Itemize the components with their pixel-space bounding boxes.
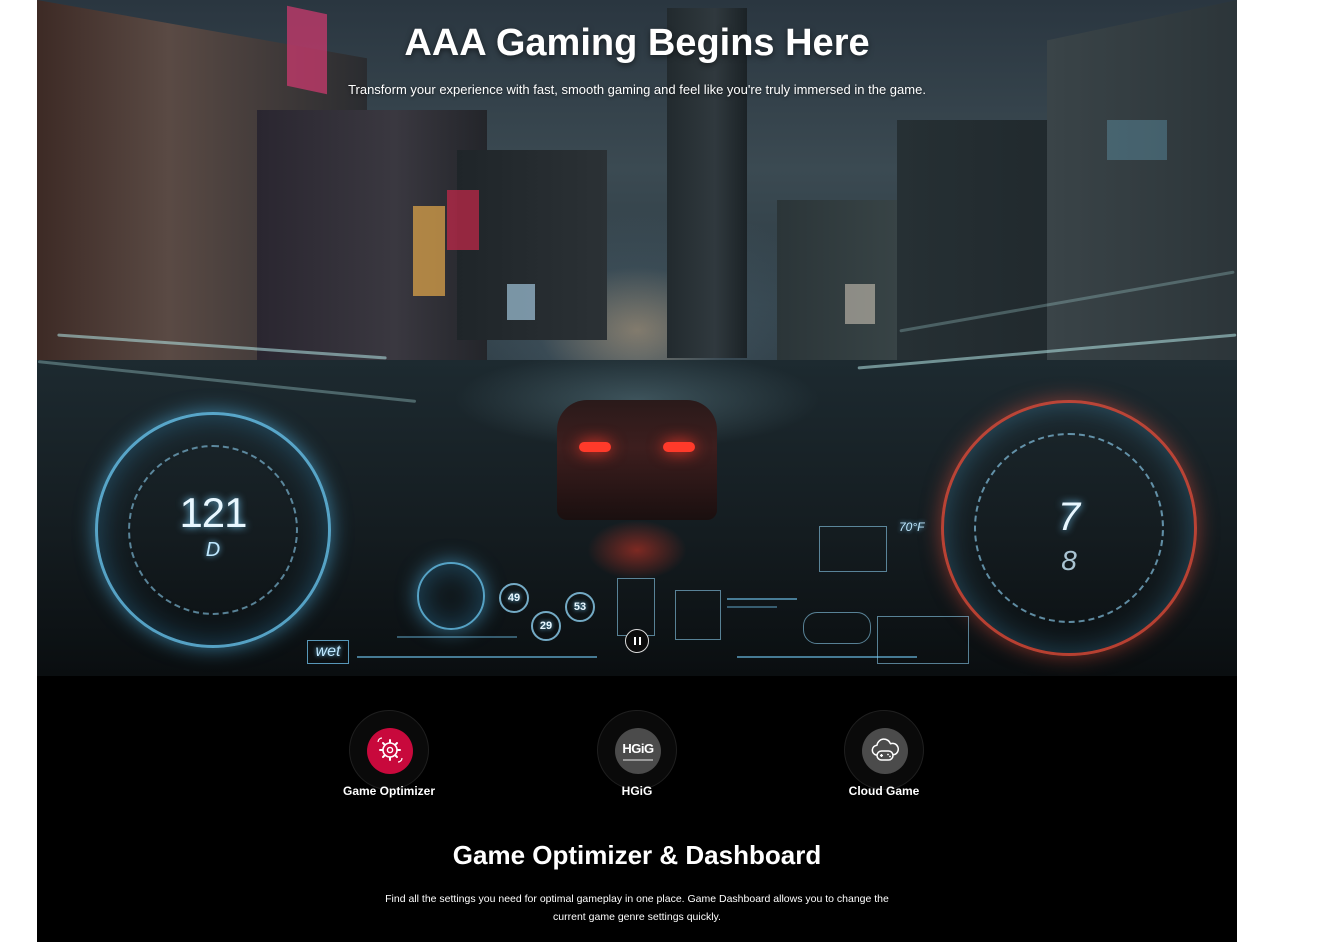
feature-tab-label: Cloud Game xyxy=(848,784,920,798)
scene-neon-sign xyxy=(507,284,535,320)
hud-dial-cluster xyxy=(803,612,871,644)
hud-tachometer: 7 8 xyxy=(941,400,1197,656)
hud-mini-gauge: 29 xyxy=(531,611,561,641)
hud-temperature: 70°F xyxy=(899,520,925,534)
hud-bar xyxy=(357,656,597,658)
section-title: Game Optimizer & Dashboard xyxy=(452,840,822,870)
hero-title: AAA Gaming Begins Here xyxy=(404,22,870,64)
hud-car-schematic xyxy=(617,578,655,636)
hud-bar xyxy=(727,606,777,608)
hgig-logo-underline xyxy=(623,759,653,761)
scene-neon-sign xyxy=(845,284,875,324)
scene-light-reflection xyxy=(587,520,687,580)
feature-icon-ring xyxy=(844,710,924,790)
scene-neon-sign xyxy=(447,190,479,250)
pause-icon xyxy=(639,637,641,645)
hud-mini-gauge: 49 xyxy=(499,583,529,613)
section-description: Find all the settings you need for optim… xyxy=(385,893,889,923)
hud-compass xyxy=(417,562,485,630)
scene-tail-light xyxy=(663,442,695,452)
hud-bar xyxy=(737,656,917,658)
pause-icon xyxy=(634,637,636,645)
feature-tab-game-optimizer[interactable]: Game Optimizer xyxy=(319,710,459,810)
feature-icon-disc xyxy=(367,728,413,774)
hero-subtitle: Transform your experience with fast, smo… xyxy=(348,82,926,97)
hud-bar xyxy=(397,636,517,638)
feature-tab-hgig[interactable]: HGiG HGiG xyxy=(567,710,707,810)
scene-tail-light xyxy=(579,442,611,452)
hud-bar xyxy=(727,598,797,600)
feature-tab-label: HGiG xyxy=(621,784,653,798)
scene-neon-sign xyxy=(413,206,445,296)
hero-video: 121 D 7 8 70°F wet 49 53 29 AAA Gaming B… xyxy=(37,0,1237,676)
scene-building xyxy=(777,200,917,360)
hud-speedometer: 121 D xyxy=(95,412,331,648)
hud-speed-value: 121 xyxy=(179,489,247,536)
video-pause-button[interactable] xyxy=(625,629,649,653)
gear-controller-icon xyxy=(377,737,403,763)
feature-icon-ring: HGiG xyxy=(597,710,677,790)
scene-car xyxy=(557,400,717,580)
hgig-logo-text: HGiG xyxy=(622,741,654,756)
page: 121 D 7 8 70°F wet 49 53 29 AAA Gaming B… xyxy=(37,0,1237,942)
feature-tab-cloud-game[interactable]: Cloud Game xyxy=(814,710,954,810)
scene-neon-sign xyxy=(1107,120,1167,160)
feature-tab-label: Game Optimizer xyxy=(342,784,436,798)
hud-gear-indicator: D xyxy=(205,539,221,561)
hud-tach-sub: 8 xyxy=(1061,545,1077,576)
hud-mini-gauge: 53 xyxy=(565,592,595,622)
feature-icon-ring xyxy=(349,710,429,790)
hgig-logo-icon: HGiG xyxy=(615,728,661,774)
hud-tach-gear: 7 xyxy=(1057,495,1081,539)
hud-data-panel xyxy=(675,590,721,640)
hud-status-panel xyxy=(819,526,887,572)
feature-icon-disc xyxy=(862,728,908,774)
cloud-gamepad-icon xyxy=(871,738,899,761)
hud-road-condition: wet xyxy=(307,640,349,664)
